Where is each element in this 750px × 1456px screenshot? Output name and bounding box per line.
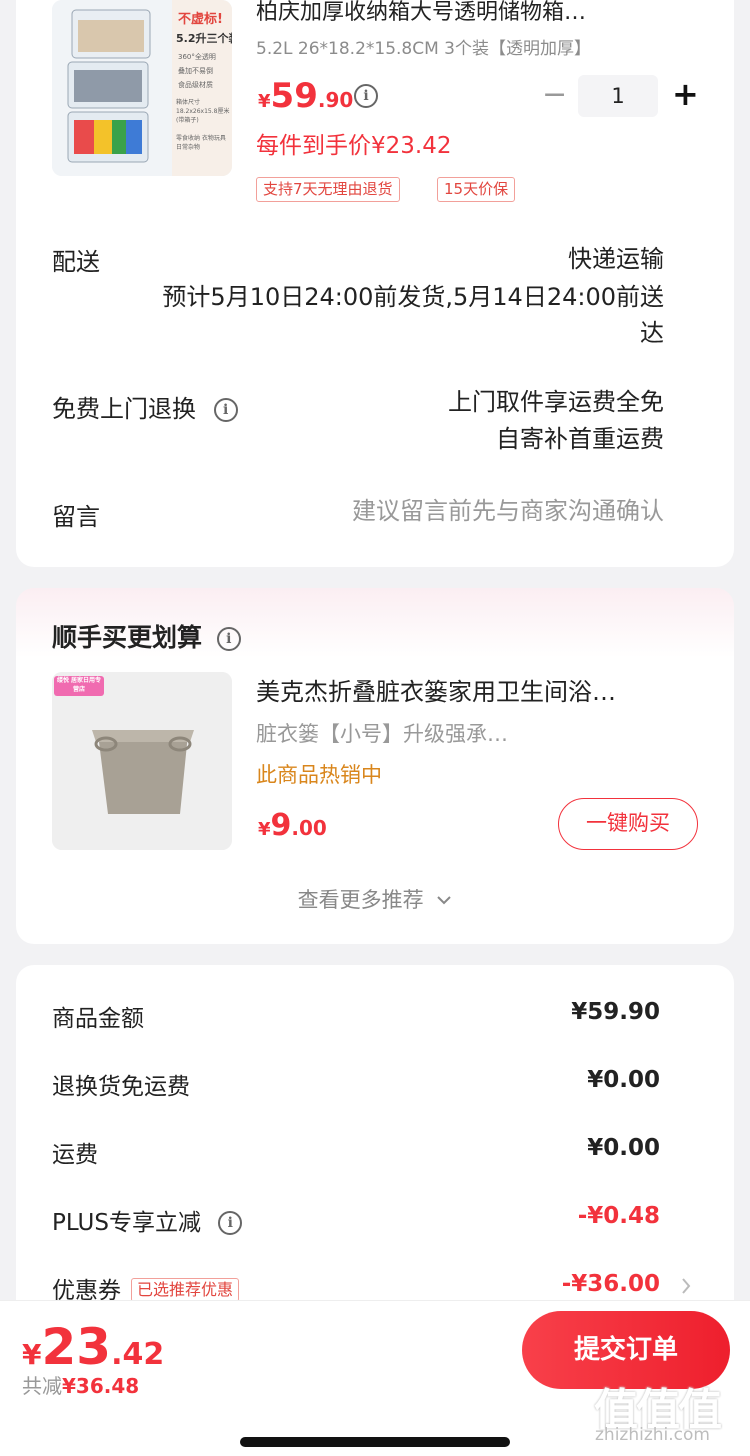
delivery-label: 配送	[52, 248, 100, 276]
return-line-2: 自寄补首重运费	[496, 425, 664, 453]
price-decimal: .90	[317, 88, 354, 112]
quantity-input[interactable]: 1	[578, 75, 658, 117]
info-icon[interactable]: i	[218, 1211, 243, 1235]
decrease-quantity-button[interactable]: −	[542, 80, 567, 110]
price-integer: 9	[270, 808, 292, 843]
reco-title-text: 顺手买更划算	[52, 623, 203, 652]
product-title[interactable]: 柏庆加厚收纳箱大号透明储物箱…	[256, 0, 696, 26]
total-decimal: .42	[111, 1337, 165, 1372]
coupon-selected-tag: 已选推荐优惠	[131, 1278, 240, 1302]
free-return-shipping-value: ¥0.00	[587, 1067, 660, 1093]
image-feature: 食品级材质	[178, 81, 213, 89]
more-text: 查看更多推荐	[297, 888, 424, 912]
increase-quantity-button[interactable]: +	[672, 78, 699, 110]
return-policy-tag: 支持7天无理由退货	[256, 177, 400, 202]
goods-amount-value: ¥59.90	[571, 999, 660, 1025]
home-indicator[interactable]	[240, 1437, 510, 1447]
currency-symbol: ¥	[258, 819, 271, 840]
more-recommendations-link[interactable]: 查看更多推荐	[0, 884, 750, 914]
total-integer: 23	[41, 1318, 112, 1376]
reco-product-spec[interactable]: 脏衣篓【小号】升级强承…	[256, 718, 546, 748]
goods-amount-label: 商品金额	[52, 1006, 144, 1032]
price-decimal: .00	[291, 816, 327, 840]
total-price: ¥23.42	[22, 1318, 164, 1376]
info-icon[interactable]: i	[213, 398, 238, 422]
product-spec[interactable]: 5.2L 26*18.2*15.8CM 3个装【透明加厚】	[256, 34, 591, 59]
image-capacity: 5.2升三个装	[176, 32, 232, 45]
total-saved: 共减¥36.48	[22, 1370, 139, 1399]
reco-price: ¥9.00	[258, 808, 327, 843]
image-feature: 叠加不易倒	[178, 67, 213, 75]
one-click-buy-button[interactable]: 一键购买	[558, 798, 698, 850]
plus-discount-label: PLUS专享立减 i	[52, 1203, 243, 1237]
plus-discount-text: PLUS专享立减	[52, 1210, 201, 1236]
hot-sale-label: 此商品热销中	[256, 763, 382, 787]
return-line-1: 上门取件享运费全免	[448, 388, 664, 416]
shop-badge: 缕悦 居家日用专营店	[56, 677, 102, 693]
coupon-value[interactable]: -¥36.00	[562, 1271, 660, 1297]
reco-product-name[interactable]: 美克杰折叠脏衣篓家用卫生间浴…	[256, 672, 690, 707]
free-return-label: 免费上门退换 i	[52, 389, 238, 424]
price-protect-tag: 15天价保	[437, 177, 516, 202]
saved-prefix: 共减	[22, 1374, 62, 1398]
saved-amount: ¥36.48	[62, 1374, 140, 1398]
free-return-text: 免费上门退换	[52, 395, 196, 423]
reco-section-title: 顺手买更划算 i	[52, 618, 241, 654]
chevron-right-icon[interactable]	[681, 1277, 691, 1295]
image-feature: 360°全透明	[178, 53, 216, 61]
delivery-method[interactable]: 快递运输	[568, 241, 664, 277]
info-icon[interactable]: i	[216, 627, 241, 651]
reco-product-image[interactable]: 缕悦 居家日用专营店	[52, 672, 232, 850]
chevron-down-icon	[437, 896, 452, 905]
price-info-icon[interactable]: i	[354, 84, 378, 108]
price-integer: 59	[270, 76, 318, 116]
currency-symbol: ¥	[22, 1338, 42, 1371]
shipping-fee-label: 运费	[52, 1142, 98, 1168]
unit-final-price: 每件到手价¥23.42	[256, 133, 452, 159]
image-badge: 不虚标!	[178, 12, 223, 27]
watermark-url: zhizhizhi.com	[595, 1425, 710, 1445]
laundry-basket-illustration	[52, 672, 232, 850]
message-label: 留言	[52, 503, 100, 531]
product-price: ¥59.90	[258, 76, 353, 116]
image-size-note: 箱体尺寸 18.2x26x15.8厘米 (带箱子)	[176, 99, 230, 124]
free-return-shipping-label: 退换货免运费	[52, 1074, 190, 1100]
image-note: 零食收纳 衣物玩具 日常杂物	[176, 135, 226, 151]
plus-discount-value: -¥0.48	[577, 1203, 660, 1229]
delivery-estimate: 预计5月10日24:00前发货,5月14日24:00前送达	[162, 283, 664, 347]
product-image[interactable]: 不虚标! 5.2升三个装 360°全透明 叠加不易倒 食品级材质 箱体尺寸 18…	[52, 0, 232, 176]
message-input[interactable]: 建议留言前先与商家沟通确认	[352, 493, 664, 529]
shipping-fee-value: ¥0.00	[587, 1135, 660, 1161]
currency-symbol: ¥	[258, 91, 271, 112]
